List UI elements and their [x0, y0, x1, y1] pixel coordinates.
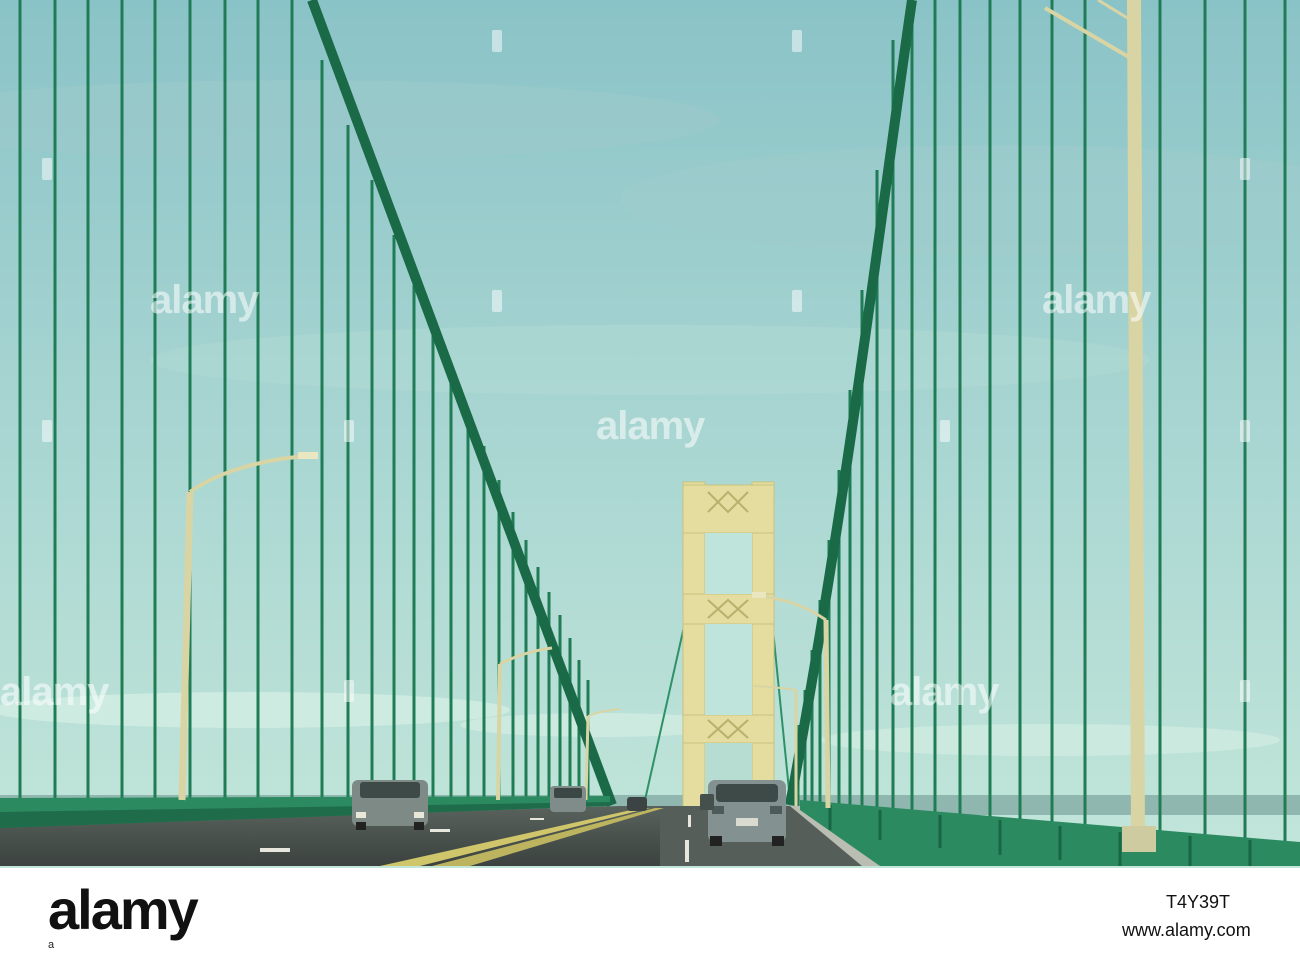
watermark-mark: [1240, 158, 1250, 180]
watermark-footer: alamy a T4Y39T www.alamy.com: [0, 868, 1300, 956]
watermark-mark: [792, 290, 802, 312]
image-id: T4Y39T: [1166, 892, 1231, 912]
watermark-mark: [344, 420, 354, 442]
watermark-mark: [1240, 680, 1250, 702]
car-right-lane: [708, 780, 786, 846]
watermark-mark: [344, 680, 354, 702]
cloud: [820, 724, 1280, 756]
car-right-far: [700, 794, 714, 810]
watermark: alamy: [0, 670, 109, 714]
watermark-mark: [792, 30, 802, 52]
watermark-mark: [492, 30, 502, 52]
car-left-lane: [352, 780, 428, 830]
cloud: [150, 325, 1150, 395]
watermark: alamy: [890, 670, 999, 714]
watermark-mark: [492, 290, 502, 312]
car-left-distant: [627, 797, 647, 811]
watermark-mark: [1240, 420, 1250, 442]
alamy-logo-mark: a: [48, 939, 55, 951]
car-left-far: [550, 786, 586, 812]
watermark: alamy: [596, 404, 705, 448]
tower-opening-upper: [705, 533, 752, 594]
site-url: www.alamy.com: [1122, 920, 1251, 940]
alamy-logo: alamy: [48, 878, 199, 941]
tower-opening-middle: [705, 624, 752, 715]
watermark-mark: [940, 420, 950, 442]
bridge-photo: alamy alamy alamy alamy alamy: [0, 0, 1300, 868]
watermark-mark: [42, 420, 52, 442]
watermark-mark: [42, 158, 52, 180]
watermark: alamy: [1042, 278, 1151, 322]
watermark: alamy: [150, 278, 259, 322]
lamp-pole-base: [1122, 826, 1156, 852]
